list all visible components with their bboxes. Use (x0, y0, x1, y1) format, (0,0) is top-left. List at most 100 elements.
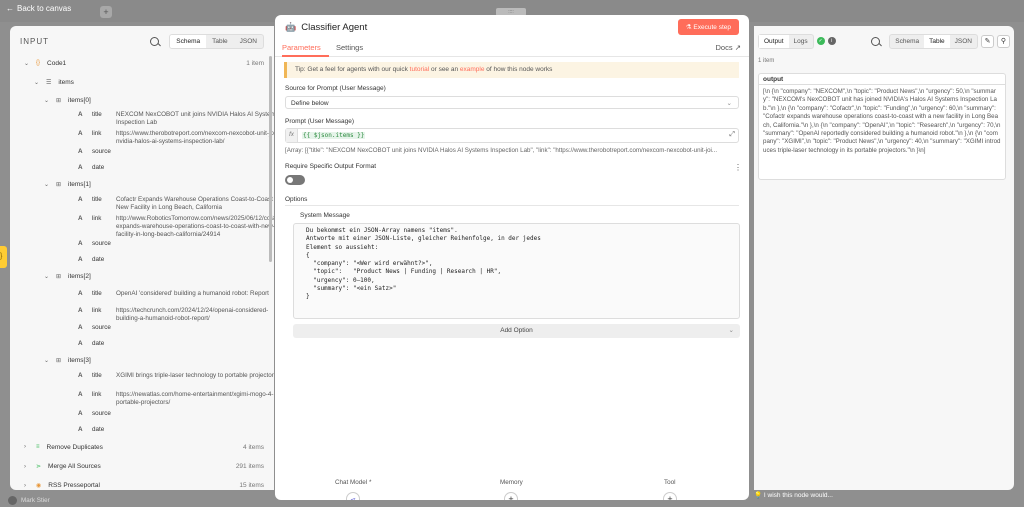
field-row: Asource (78, 410, 111, 417)
view-json-tab[interactable]: JSON (234, 35, 263, 48)
field-row: Alink https://techcrunch.com/2024/12/24/o… (78, 307, 269, 322)
add-tool-button[interactable]: + (663, 492, 677, 500)
add-memory-button[interactable]: + (504, 492, 518, 500)
object-icon: ⊞ (56, 274, 62, 280)
prompt-label: Prompt (User Message) (285, 118, 354, 125)
object-icon: ⊞ (56, 358, 62, 364)
more-options-icon[interactable]: ⋮ (734, 163, 742, 172)
source-prompt-label: Source for Prompt (User Message) (285, 85, 386, 92)
object-icon: ⊞ (56, 98, 62, 104)
output-cell[interactable]: [\n {\n "company": "NEXCOM",\n "topic": … (759, 85, 1005, 158)
connector-memory-label: Memory (500, 479, 523, 486)
chevron-down-icon: ⌄ (34, 80, 40, 86)
input-panel: INPUT Schema Table JSON ⌄ {} Code1 1 ite… (10, 26, 274, 490)
execute-step-button[interactable]: ⚗ Execute step (677, 19, 739, 35)
tree-item-0[interactable]: ⌄ ⊞ items[0] (44, 96, 91, 105)
chevron-down-icon: ⌄ (44, 358, 50, 364)
chevron-right-icon: › (24, 444, 26, 450)
fx-icon: fx (286, 129, 298, 142)
active-tab-indicator (282, 55, 329, 57)
chevron-right-icon: › (24, 463, 26, 470)
pin-icon[interactable]: ⚲ (997, 34, 1010, 48)
dedupe-icon: ≡ (36, 444, 40, 450)
input-panel-title: INPUT (20, 36, 49, 46)
robot-icon: 🤖 (285, 21, 297, 32)
field-row: Asource (78, 240, 111, 247)
prompt-expression-input[interactable]: fx {{ $json.items }} ⤢ (285, 128, 739, 143)
success-check-icon: ✓ (816, 37, 825, 45)
node-merge-all-sources[interactable]: › ⋗ Merge All Sources 291 items (24, 462, 264, 471)
field-row: Adate (78, 340, 105, 347)
chevron-down-icon: ⌄ (44, 98, 50, 104)
prompt-preview: [Array: [{"title": "NEXCOM NexCOBOT unit… (285, 147, 718, 154)
external-link-icon: ↗ (734, 43, 741, 52)
add-node-button[interactable]: + (100, 6, 112, 18)
tutorial-link[interactable]: tutorial (410, 66, 430, 73)
tree-item-2[interactable]: ⌄ ⊞ items[2] (44, 272, 91, 281)
pencil-icon[interactable]: ✎ (981, 34, 994, 48)
view-table-tab[interactable]: Table (206, 35, 234, 48)
field-row: Asource (78, 148, 111, 155)
object-icon: {} (36, 60, 41, 66)
output-item-count: 1 item (758, 58, 775, 64)
field-row: Adate (78, 426, 105, 433)
output-column-header: output (759, 74, 1005, 85)
output-view-switcher: Schema Table JSON (889, 33, 978, 49)
user-menu[interactable]: Mark Stier (8, 496, 50, 505)
node-title[interactable]: Classifier Agent (301, 22, 678, 33)
view-json-tab[interactable]: JSON (950, 35, 977, 48)
tab-parameters[interactable]: Parameters (282, 43, 321, 52)
tree-item-1[interactable]: ⌄ ⊞ items[1] (44, 180, 91, 189)
connector-chat-model-label: Chat Model * (335, 479, 372, 486)
field-row: Alink https://www.therobotreport.com/nexc… (78, 130, 274, 145)
system-message-label: System Message (300, 212, 350, 219)
options-label: Options (285, 196, 308, 203)
node-rss-presseportal[interactable]: › ◉ RSS Presseportal 15 items (24, 481, 264, 490)
source-prompt-select[interactable]: Define below ⌄ (285, 96, 739, 109)
canvas-node-edge[interactable]: } (0, 246, 7, 268)
add-option-button[interactable]: Add Option ⌄ (293, 324, 740, 338)
tree-root-code1[interactable]: ⌄ {} Code1 1 item (24, 59, 264, 67)
modal-tabs: Parameters Settings Docs ↗ (275, 41, 749, 57)
node-remove-duplicates[interactable]: › ≡ Remove Duplicates 4 items (24, 443, 264, 451)
lightbulb-icon: 💡 (754, 492, 764, 499)
plus-icon: + (508, 494, 514, 500)
input-view-switcher: Schema Table JSON (169, 33, 264, 49)
tree-items[interactable]: ⌄ ☰ items (34, 78, 74, 87)
docs-link[interactable]: Docs ↗ (716, 43, 741, 52)
back-to-canvas-button[interactable]: ← Back to canvas (6, 4, 71, 13)
chevron-down-icon: ⌄ (728, 327, 734, 334)
node-settings-modal: 🤖 Classifier Agent ⚗ Execute step Parame… (275, 15, 749, 500)
output-table: output [\n {\n "company": "NEXCOM",\n "t… (758, 73, 1006, 180)
view-schema-tab[interactable]: Schema (170, 34, 207, 48)
chevron-down-icon: ⌄ (726, 100, 732, 107)
field-row: Atitle XGIMI brings triple-laser technolo… (78, 372, 274, 379)
plus-icon: + (667, 494, 673, 500)
system-message-input[interactable]: Du bekommst ein JSON-Array namens "items… (293, 223, 740, 319)
info-icon[interactable]: i (827, 37, 836, 45)
output-format-toggle[interactable] (285, 175, 305, 185)
search-icon[interactable] (871, 36, 881, 46)
example-link[interactable]: example (460, 66, 485, 73)
field-row: Adate (78, 256, 105, 263)
input-scrollbar[interactable] (269, 56, 272, 262)
output-tab[interactable]: Output (759, 34, 789, 48)
list-icon: ☰ (46, 80, 52, 86)
system-message-text: Du bekommst ein JSON-Array namens "items… (306, 227, 541, 301)
field-row: Asource (78, 324, 111, 331)
arrow-left-icon: ← (6, 4, 14, 13)
chat-model-connector-button[interactable]: ⋖ (346, 492, 360, 500)
field-row: Adate (78, 164, 105, 171)
search-icon[interactable] (150, 36, 160, 46)
tab-settings[interactable]: Settings (336, 43, 363, 52)
feedback-link[interactable]: 💡 I wish this node would... (754, 491, 833, 499)
view-schema-tab[interactable]: Schema (890, 35, 924, 48)
tree-item-3[interactable]: ⌄ ⊞ items[3] (44, 356, 91, 365)
view-table-tab[interactable]: Table (924, 34, 950, 48)
field-row: Atitle NEXCOM NexCOBOT unit joins NVIDIA … (78, 111, 274, 126)
logs-tab[interactable]: Logs (789, 35, 813, 48)
tip-banner: Tip: Get a feel for agents with our quic… (284, 62, 739, 78)
chevron-down-icon: ⌄ (24, 60, 30, 67)
expand-icon[interactable]: ⤢ (729, 131, 735, 139)
avatar (8, 496, 17, 505)
